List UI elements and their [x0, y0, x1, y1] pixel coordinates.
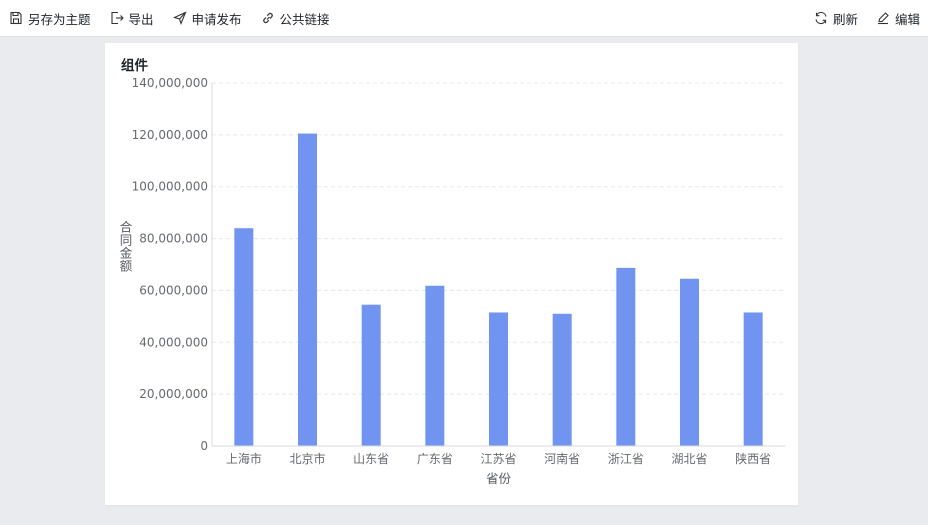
edit-button[interactable]: 编辑 [876, 9, 920, 28]
bar[interactable] [489, 312, 508, 446]
bar[interactable] [680, 278, 699, 446]
x-tick-label: 北京市 [289, 451, 325, 466]
bar-chart: 0 20,000,000 40,000,000 60,000,000 80,000,00… [120, 76, 785, 486]
refresh-icon [815, 11, 827, 25]
x-axis-title: 省份 [486, 471, 512, 486]
x-tick-label: 湖北省 [671, 451, 707, 466]
save-as-theme-label: 另存为主题 [28, 11, 91, 27]
x-tick-label: 江苏省 [480, 452, 516, 466]
bar[interactable] [298, 133, 317, 446]
y-tick-label: 120,000,000 [132, 128, 208, 142]
edit-label: 编辑 [894, 11, 920, 27]
bar[interactable] [361, 304, 381, 446]
x-tick-label: 陕西省 [735, 451, 771, 466]
bar[interactable] [234, 228, 254, 446]
bar[interactable] [552, 313, 572, 446]
y-tick-label: 80,000,000 [139, 232, 208, 246]
chart-card: 组件 0 20,000,000 40,000,000 60,000,000 80,000… [105, 43, 798, 505]
bar[interactable] [616, 267, 636, 446]
refresh-button[interactable]: 刷新 [814, 9, 858, 28]
y-tick-label: 0 [200, 439, 208, 453]
y-axis-title: 合同金额 [120, 220, 133, 274]
save-theme-icon [10, 11, 22, 25]
x-axis-ticks: 上海市 北京市 山东省 广东省 江苏省 河南省 浙江省 湖北省 陕西省 [226, 451, 771, 466]
y-tick-label: 60,000,000 [139, 283, 208, 297]
y-tick-label: 140,000,000 [132, 76, 208, 90]
y-tick-label: 40,000,000 [139, 335, 208, 349]
export-label: 导出 [128, 11, 154, 27]
bar[interactable] [743, 312, 763, 446]
bars [234, 133, 763, 446]
toolbar-left: 另存为主题 导出 申请发布 公共链接 [9, 9, 349, 28]
save-as-theme-button[interactable]: 另存为主题 [9, 9, 91, 28]
public-link-label: 公共链接 [279, 11, 330, 27]
apply-publish-label: 申请发布 [191, 11, 242, 27]
toolbar-right: 刷新 编辑 [796, 9, 920, 28]
toolbar: 另存为主题 导出 申请发布 公共链接 刷新 编辑 [0, 0, 928, 37]
send-icon [172, 11, 187, 25]
y-axis-ticks: 0 20,000,000 40,000,000 60,000,000 80,000,00… [132, 76, 208, 453]
x-tick-label: 河南省 [544, 451, 580, 466]
link-icon [262, 12, 273, 24]
refresh-label: 刷新 [832, 11, 858, 27]
bar[interactable] [425, 285, 445, 446]
export-icon [110, 11, 124, 25]
y-tick-label: 20,000,000 [139, 387, 208, 401]
x-tick-label: 浙江省 [608, 452, 644, 466]
edit-icon [877, 12, 889, 25]
public-link-button[interactable]: 公共链接 [261, 9, 330, 28]
x-tick-label: 山东省 [353, 452, 389, 466]
x-tick-label: 广东省 [417, 452, 453, 466]
apply-publish-button[interactable]: 申请发布 [172, 9, 242, 28]
export-button[interactable]: 导出 [110, 9, 154, 28]
x-tick-label: 上海市 [226, 451, 262, 466]
y-tick-label: 100,000,000 [132, 180, 208, 194]
